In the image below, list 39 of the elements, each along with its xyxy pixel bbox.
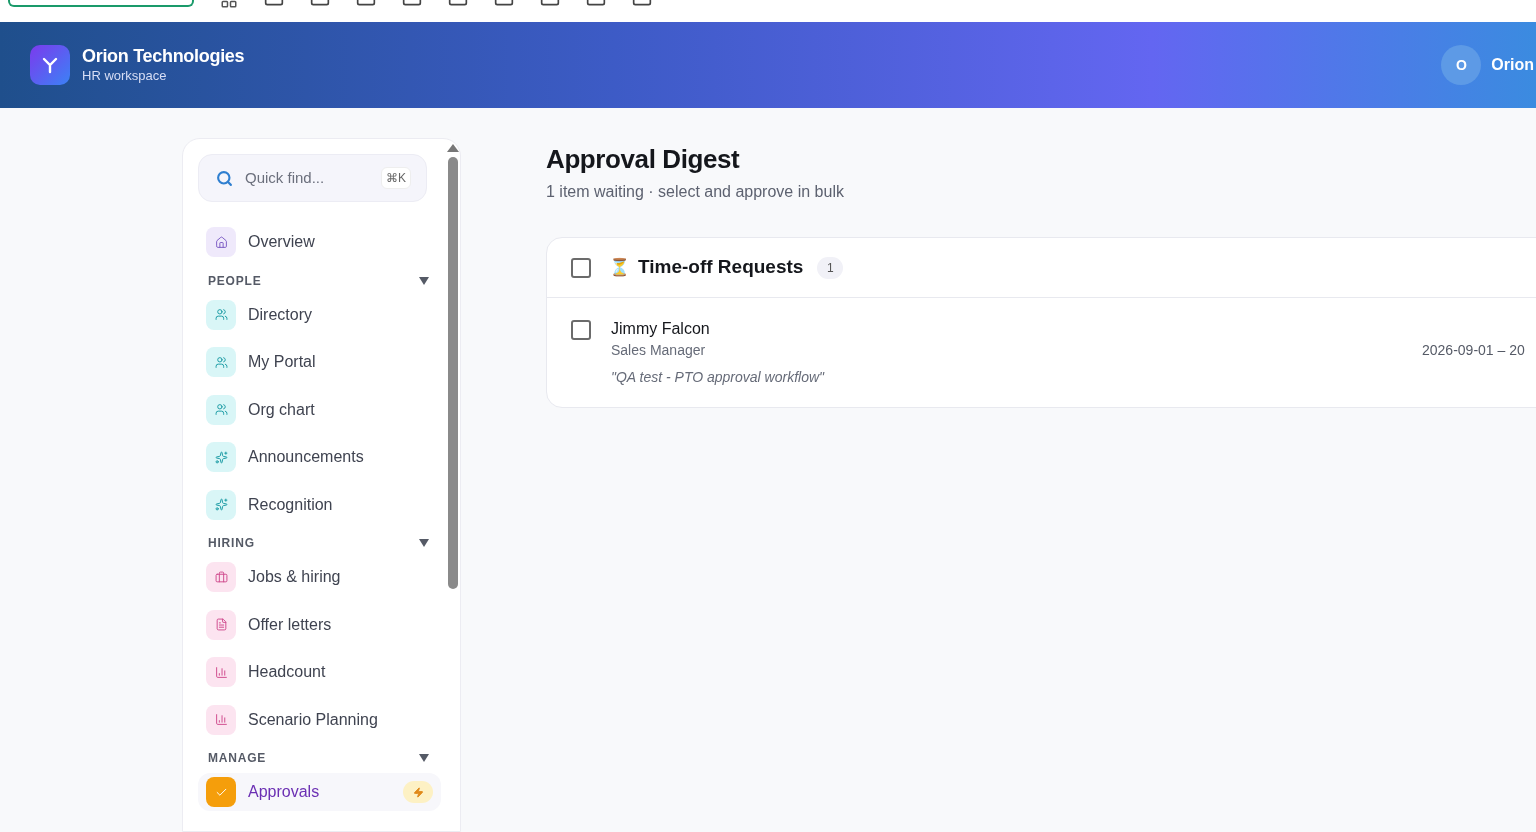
page-title: Approval Digest <box>546 143 741 175</box>
nav-label: Recognition <box>248 494 333 515</box>
nav-label: Directory <box>248 304 312 325</box>
nav-item[interactable]: Approvals <box>198 773 441 811</box>
company-name: Orion Technologies <box>82 45 245 67</box>
nav-label: Scenario Planning <box>248 709 378 730</box>
nav-label: Org chart <box>248 399 315 420</box>
section-heading: MANAGE <box>208 750 267 767</box>
nav-item[interactable]: Recognition <box>198 485 441 524</box>
workspace-label: HR workspace <box>82 67 168 85</box>
request-note: "QA test - PTO approval workflow" <box>611 368 826 387</box>
nav-item[interactable]: Scenario Planning <box>198 700 441 739</box>
section-heading: HIRING <box>208 535 255 552</box>
user-name: Orion <box>1491 55 1535 75</box>
employee-name: Jimmy Falcon <box>611 319 711 339</box>
nav-item[interactable]: Headcount <box>198 653 441 691</box>
employee-role: Sales Manager <box>611 341 707 360</box>
nav-label: Headcount <box>248 662 326 682</box>
count-badge: 1 <box>817 256 844 279</box>
shortcut-key: ⌘K <box>381 167 411 189</box>
nav-item[interactable]: My Portal <box>198 343 441 381</box>
nav-label: Jobs & hiring <box>248 567 341 587</box>
nav-label: Overview <box>248 232 315 252</box>
search-field[interactable]: Quick find... <box>245 166 355 190</box>
section-heading: PEOPLE <box>208 272 262 290</box>
nav-item[interactable]: Directory <box>198 295 441 334</box>
nav-label: My Portal <box>248 352 316 372</box>
nav-item[interactable]: Jobs & hiring <box>198 558 441 596</box>
nav-label: Announcements <box>248 447 364 467</box>
page-subtitle: 1 item waiting · select and approve in bulk <box>546 182 845 202</box>
date-range: 2026-09-01 – 20 <box>1422 341 1525 360</box>
nav-item[interactable]: Announcements <box>198 438 441 476</box>
nav-item[interactable]: Org chart <box>198 390 441 429</box>
nav-item[interactable]: Overview <box>198 223 441 261</box>
nav-item[interactable]: Offer letters <box>198 605 441 644</box>
nav-label: Offer letters <box>248 614 332 635</box>
group-title: Time-off Requests <box>638 255 804 280</box>
hourglass-icon: ⏳ <box>609 254 630 281</box>
nav-label: Approvals <box>248 782 320 802</box>
